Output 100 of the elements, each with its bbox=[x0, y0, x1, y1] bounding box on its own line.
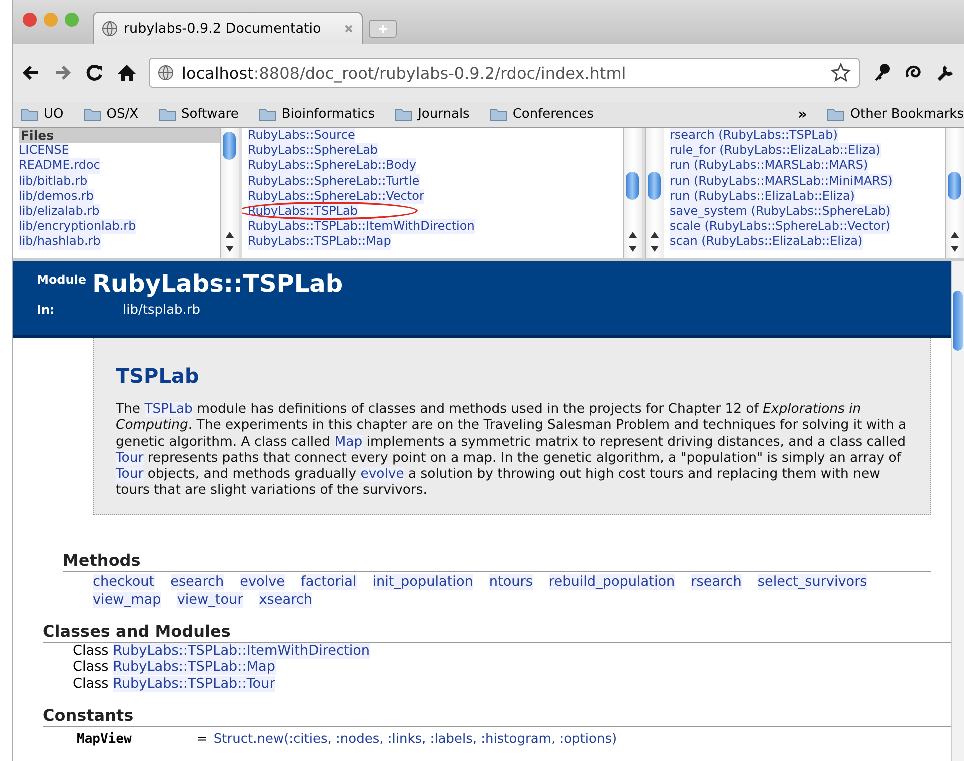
class-link[interactable]: RubyLabs::SphereLab::Body bbox=[248, 158, 416, 174]
class-label: Class bbox=[73, 659, 109, 676]
close-button[interactable] bbox=[23, 13, 37, 27]
method-link[interactable]: scan (RubyLabs::ElizaLab::Eliza) bbox=[670, 234, 863, 250]
back-icon[interactable] bbox=[21, 63, 41, 83]
method-link[interactable]: checkout bbox=[93, 574, 155, 590]
folder-icon bbox=[490, 108, 508, 122]
method-link[interactable]: rule_for (RubyLabs::ElizaLab::Eliza) bbox=[670, 143, 881, 158]
constant-name: MapView bbox=[77, 732, 133, 748]
method-link[interactable]: esearch bbox=[170, 574, 224, 590]
folder-icon bbox=[21, 108, 39, 122]
class-link[interactable]: RubyLabs::TSPLab::Map bbox=[248, 234, 392, 250]
link[interactable]: TSPLab bbox=[144, 402, 193, 417]
method-link[interactable]: rsearch (RubyLabs::TSPLab) bbox=[670, 128, 838, 144]
module-title: RubyLabs::TSPLab bbox=[92, 271, 344, 297]
method-link[interactable]: scale (RubyLabs::SphereLab::Vector) bbox=[670, 219, 890, 234]
scrollbar-thumb[interactable] bbox=[953, 291, 963, 351]
down-arrow-icon[interactable] bbox=[226, 246, 234, 252]
method-link[interactable]: save_system (RubyLabs::SphereLab) bbox=[670, 204, 891, 220]
description-text: The TSPLab module has definitions of classes and methods used in the projects for Chapter 12 of Explorations in Computing. The experiments in this chapter are on the Traveling Salesman Problem and techniques for solving it with a genetic algorithm. A class called Map implements a symmetric matrix to represent driving distances, and a class called Tour represents paths that connect every point on a map. In the genetic algorithm, a "population" is simply an array of Tour objects, and methods gradually evolve a solution by throwing out high cost tours and replacing them with new tours that are slight variations of the survivors. bbox=[116, 402, 908, 500]
address-bar[interactable]: localhost:8808/doc_root/rubylabs-0.9.2/rdoc/index.html bbox=[149, 58, 860, 88]
up-arrow-icon[interactable] bbox=[226, 232, 234, 238]
wrench-key-icon[interactable] bbox=[872, 63, 892, 83]
method-link[interactable]: factorial bbox=[301, 574, 357, 590]
scrollbar[interactable] bbox=[623, 128, 642, 258]
class-label: Class bbox=[73, 676, 109, 692]
scrollbar-thumb[interactable] bbox=[223, 132, 236, 160]
class-link[interactable]: RubyLabs::TSPLab::ItemWithDirection bbox=[113, 642, 370, 659]
new-tab-button[interactable] bbox=[369, 20, 397, 38]
class-link[interactable]: RubyLabs::TSPLab bbox=[248, 204, 358, 220]
scrollbar[interactable] bbox=[951, 261, 964, 761]
bookmark-folder[interactable]: Software bbox=[158, 107, 239, 122]
file-link[interactable]: lib/demos.rb bbox=[19, 188, 94, 204]
globe-icon bbox=[102, 20, 118, 36]
class-link[interactable]: RubyLabs::TSPLab::ItemWithDirection bbox=[248, 219, 475, 234]
forward-icon[interactable] bbox=[53, 63, 73, 83]
link[interactable]: Tour bbox=[116, 467, 144, 482]
link[interactable]: Map bbox=[334, 434, 363, 450]
method-link[interactable]: view_map bbox=[93, 592, 162, 608]
home-icon[interactable] bbox=[117, 63, 137, 83]
equals-sign: = bbox=[197, 732, 208, 748]
down-arrow-icon[interactable] bbox=[951, 246, 959, 252]
class-link[interactable]: RubyLabs::SphereLab bbox=[248, 143, 378, 158]
plus-icon bbox=[378, 24, 388, 34]
bookmark-folder[interactable]: Journals bbox=[395, 107, 470, 122]
section-heading: Methods bbox=[63, 550, 931, 572]
file-path[interactable]: lib/tsplab.rb bbox=[123, 303, 201, 318]
down-arrow-icon[interactable] bbox=[629, 246, 637, 252]
scrollbar[interactable] bbox=[220, 128, 239, 258]
file-link[interactable]: lib/hashlab.rb bbox=[19, 234, 101, 250]
class-link[interactable]: RubyLabs::TSPLab::Tour bbox=[113, 676, 276, 692]
method-link[interactable]: evolve bbox=[240, 574, 286, 590]
file-link[interactable]: README.rdoc bbox=[19, 158, 100, 174]
class-link[interactable]: RubyLabs::TSPLab::Map bbox=[113, 659, 276, 676]
folder-icon bbox=[84, 108, 102, 122]
globe-icon bbox=[158, 65, 174, 81]
down-arrow-icon[interactable] bbox=[651, 246, 659, 252]
module-label: Module bbox=[37, 273, 87, 287]
scrollbar[interactable] bbox=[645, 128, 664, 258]
class-link[interactable]: RubyLabs::Source bbox=[248, 128, 356, 144]
scrollbar[interactable] bbox=[945, 128, 964, 258]
close-icon[interactable] bbox=[344, 24, 354, 34]
file-link[interactable]: LICENSE bbox=[19, 143, 70, 158]
up-arrow-icon[interactable] bbox=[629, 232, 637, 238]
scrollbar-thumb[interactable] bbox=[648, 172, 661, 200]
bookmark-folder[interactable]: UO bbox=[21, 107, 64, 122]
star-icon[interactable] bbox=[831, 63, 851, 83]
class-link[interactable]: RubyLabs::SphereLab::Turtle bbox=[248, 174, 420, 189]
bookmark-folder[interactable]: Bioinformatics bbox=[258, 107, 376, 122]
scrollbar-thumb[interactable] bbox=[948, 172, 961, 200]
file-link[interactable]: lib/bitlab.rb bbox=[19, 174, 88, 189]
file-link[interactable]: lib/elizalab.rb bbox=[19, 204, 100, 220]
folder-icon bbox=[258, 108, 277, 122]
class-label: Class bbox=[73, 642, 109, 659]
method-link[interactable]: run (RubyLabs::MARSLab::MiniMARS) bbox=[670, 174, 893, 189]
up-arrow-icon[interactable] bbox=[951, 232, 959, 238]
wrench-icon[interactable] bbox=[936, 63, 956, 83]
up-arrow-icon[interactable] bbox=[651, 232, 659, 238]
file-link[interactable]: lib/encryptionlab.rb bbox=[19, 219, 136, 234]
method-link[interactable]: xsearch bbox=[259, 592, 312, 608]
method-link[interactable]: init_population bbox=[372, 574, 474, 590]
bookmark-folder[interactable]: Other Bookmarks bbox=[827, 107, 964, 122]
folder-icon bbox=[158, 108, 177, 122]
method-link[interactable]: ntours bbox=[489, 574, 533, 590]
browser-tab[interactable]: rubylabs-0.9.2 Documentatio bbox=[93, 12, 363, 44]
method-link[interactable]: run (RubyLabs::MARSLab::MARS) bbox=[670, 158, 868, 174]
reload-icon[interactable] bbox=[85, 63, 105, 83]
method-link[interactable]: view_tour bbox=[177, 592, 244, 608]
method-link[interactable]: rebuild_population bbox=[548, 574, 676, 590]
files-heading: Files bbox=[19, 128, 220, 144]
method-link[interactable]: rsearch bbox=[691, 574, 742, 590]
method-link[interactable]: run (RubyLabs::ElizaLab::Eliza) bbox=[670, 188, 855, 204]
link[interactable]: evolve bbox=[360, 467, 404, 482]
in-label: In: bbox=[37, 303, 56, 318]
bookmark-folder[interactable]: Conferences bbox=[490, 107, 594, 122]
more-bookmarks-button[interactable]: » bbox=[798, 106, 808, 122]
scrollbar-thumb[interactable] bbox=[626, 172, 639, 200]
bookmark-folder[interactable]: OS/X bbox=[84, 107, 139, 122]
method-link[interactable]: select_survivors bbox=[758, 574, 868, 590]
link[interactable]: Tour bbox=[116, 450, 144, 466]
